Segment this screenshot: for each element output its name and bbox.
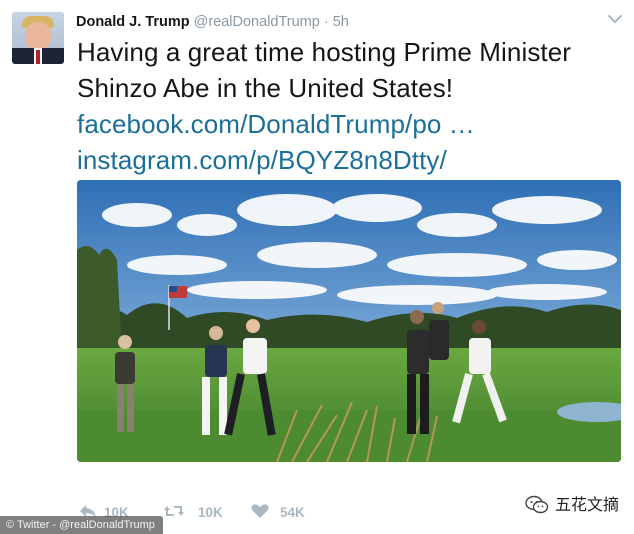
facebook-link[interactable]: facebook.com/DonaldTrump/po …: [77, 106, 632, 142]
tweet-text-line1: Having a great time hosting Prime Minist…: [77, 37, 572, 67]
author-handle[interactable]: @realDonaldTrump: [194, 14, 320, 30]
tweet-header: Donald J. Trump @realDonaldTrump · 5h: [76, 12, 349, 32]
tweet-text: Having a great time hosting Prime Minist…: [77, 34, 632, 178]
instagram-link[interactable]: instagram.com/p/BQYZ8n8Dtty/: [77, 142, 632, 178]
author-name[interactable]: Donald J. Trump: [76, 14, 190, 30]
wechat-icon: [525, 495, 549, 514]
chevron-down-icon[interactable]: [607, 13, 623, 25]
like-count: 54K: [280, 505, 305, 520]
golf-course-photo: [77, 180, 621, 462]
watermark-text: 五花文摘: [555, 495, 620, 514]
photo-credit: © Twitter - @realDonaldTrump: [0, 516, 163, 534]
tweet-text-line2: Shinzo Abe in the United States!: [77, 73, 454, 103]
retweet-count: 10K: [198, 505, 223, 520]
tweet-timestamp[interactable]: 5h: [333, 14, 349, 30]
tweet-photo[interactable]: [77, 180, 621, 462]
retweet-icon: [164, 506, 184, 516]
avatar[interactable]: [12, 12, 64, 64]
heart-icon: [251, 504, 269, 518]
separator-dot: ·: [323, 14, 329, 30]
